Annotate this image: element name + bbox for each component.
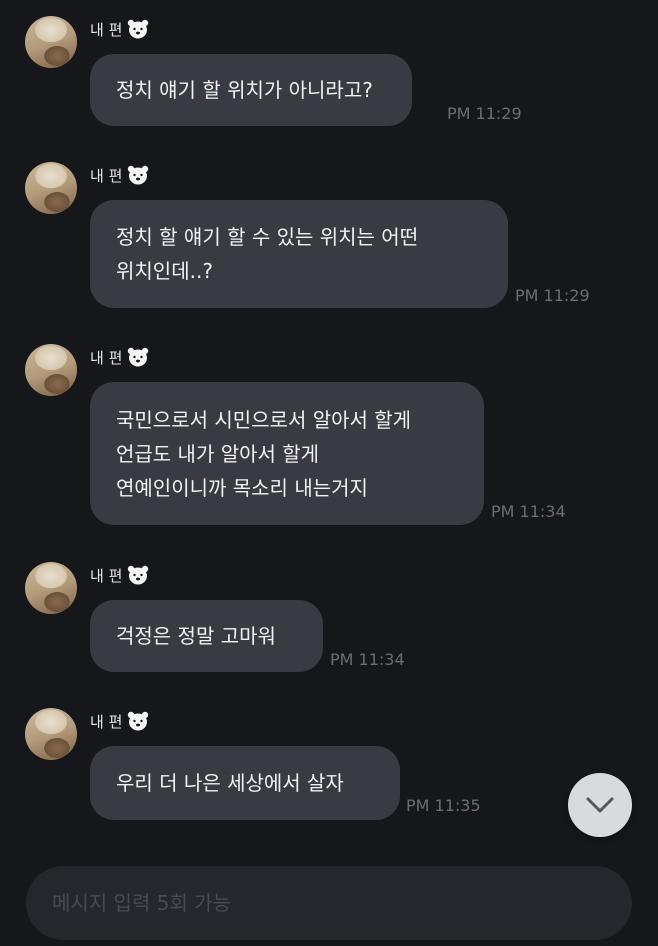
message-item: 내 편 우리 더 나은 세상에서 살자 PM 11:35 (0, 708, 658, 820)
message-line: 걱정은 정말 고마워 (116, 624, 276, 648)
message-line: 정치 할 얘기 할 수 있는 위치는 어떤 (116, 225, 419, 249)
avatar[interactable] (25, 162, 77, 214)
message-bubble[interactable]: 우리 더 나은 세상에서 살자 (90, 746, 400, 820)
message-bubble[interactable]: 정치 할 얘기 할 수 있는 위치는 어떤 위치인데..? (90, 200, 508, 308)
message-bubble[interactable]: 걱정은 정말 고마워 (90, 600, 323, 672)
message-item: 내 편 정치 얘기 할 위치가 아니라고? PM 11:29 (0, 16, 658, 126)
avatar[interactable] (25, 708, 77, 760)
bear-icon (128, 165, 149, 185)
avatar[interactable] (25, 344, 77, 396)
message-input-bar[interactable] (26, 866, 632, 940)
sender-label: 내 편 (90, 348, 123, 367)
message-time: PM 11:35 (406, 796, 481, 815)
sender-name: 내 편 (90, 162, 150, 188)
sender-label: 내 편 (90, 20, 123, 39)
sender-label: 내 편 (90, 712, 123, 731)
sender-name: 내 편 (90, 562, 150, 588)
scroll-to-bottom-button[interactable] (568, 773, 632, 837)
sender-name: 내 편 (90, 344, 150, 370)
sender-name: 내 편 (90, 16, 150, 42)
message-item: 내 편 정치 할 얘기 할 수 있는 위치는 어떤 위치인데..? PM 11:… (0, 162, 658, 312)
message-line: 위치인데..? (116, 259, 213, 283)
message-line: 언급도 내가 알아서 할게 (116, 441, 320, 466)
message-input[interactable] (52, 891, 632, 915)
chat-screen: 내 편 정치 얘기 할 위치가 아니라고? PM 11:29 내 편 정치 할 … (0, 0, 658, 946)
message-line: 우리 더 나은 세상에서 살자 (116, 771, 344, 795)
sender-name: 내 편 (90, 708, 150, 734)
message-bubble[interactable]: 국민으로서 시민으로서 알아서 할게 언급도 내가 알아서 할게 연예인이니까 … (90, 382, 484, 525)
bear-icon (128, 565, 149, 585)
message-item: 내 편 걱정은 정말 고마워 PM 11:34 (0, 562, 658, 672)
message-time: PM 11:29 (515, 286, 590, 305)
message-time: PM 11:34 (330, 650, 405, 669)
sender-label: 내 편 (90, 566, 123, 585)
message-time: PM 11:29 (447, 104, 522, 123)
message-item: 내 편 국민으로서 시민으로서 알아서 할게 언급도 내가 알아서 할게 연예인… (0, 344, 658, 529)
message-line: 정치 얘기 할 위치가 아니라고? (116, 78, 373, 102)
sender-label: 내 편 (90, 166, 123, 185)
avatar[interactable] (25, 562, 77, 614)
bear-icon (128, 19, 149, 39)
avatar[interactable] (25, 16, 77, 68)
message-bubble[interactable]: 정치 얘기 할 위치가 아니라고? (90, 54, 412, 126)
chevron-down-icon (586, 797, 614, 813)
message-line: 연예인이니까 목소리 내는거지 (116, 475, 368, 500)
message-time: PM 11:34 (491, 502, 566, 521)
message-line: 국민으로서 시민으로서 알아서 할게 (116, 407, 412, 432)
bear-icon (128, 711, 149, 731)
bear-icon (128, 347, 149, 367)
